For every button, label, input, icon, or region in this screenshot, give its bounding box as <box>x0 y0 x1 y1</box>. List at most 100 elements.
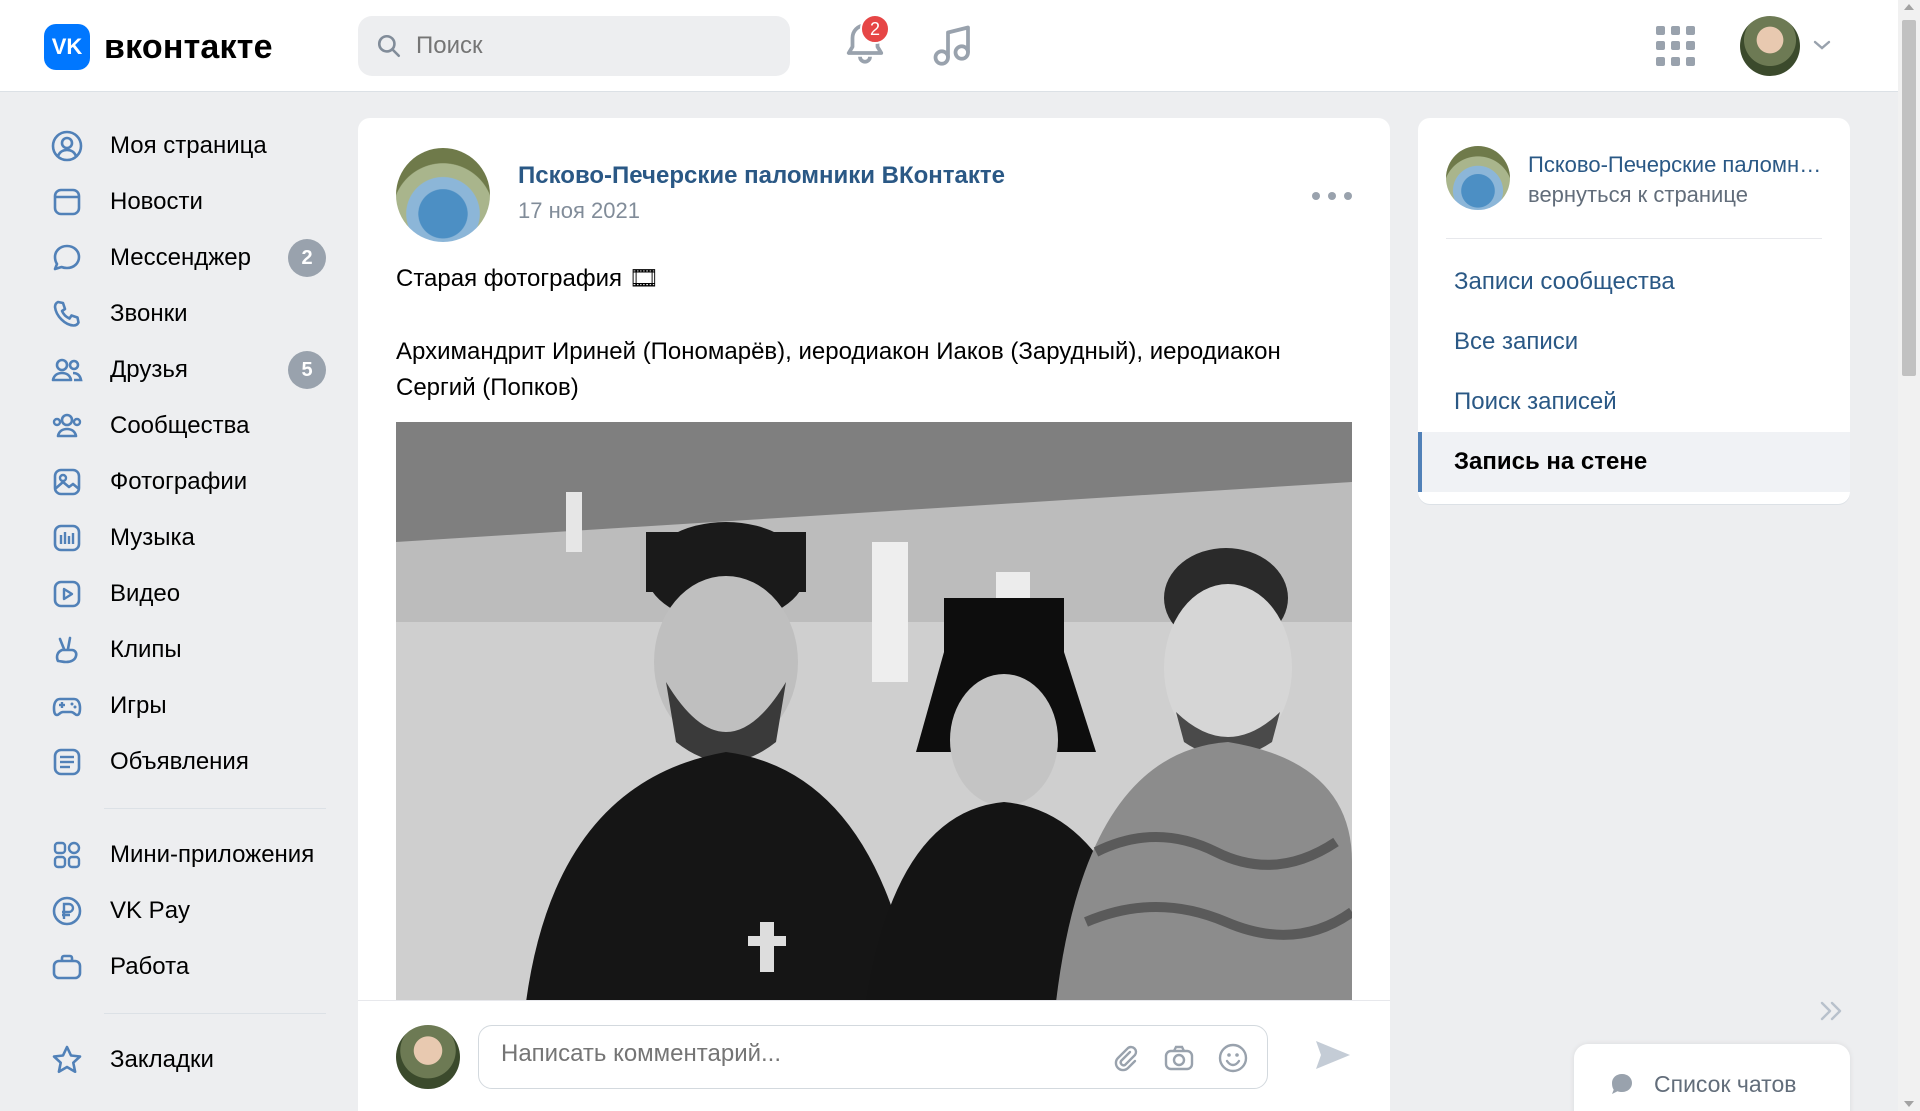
nav-item-communities[interactable]: Сообщества <box>44 398 340 454</box>
nav-label: Видео <box>110 580 181 607</box>
vk-logo[interactable]: VK вконтакте <box>44 24 273 70</box>
nav-item-ads[interactable]: Объявления <box>44 734 340 790</box>
camera-icon[interactable] <box>1163 1042 1195 1074</box>
nav-label: VK Pay <box>110 897 191 924</box>
post-text-body: Архимандрит Ириней (Пономарёв), иеродиак… <box>396 338 1281 401</box>
classifieds-icon <box>53 748 81 776</box>
nav-label: Работа <box>110 953 190 980</box>
all-posts-link[interactable]: Все записи <box>1454 328 1578 356</box>
messenger-count-badge: 2 <box>288 239 326 277</box>
chat-bubble-icon <box>1612 1074 1632 1094</box>
search-box[interactable] <box>358 16 790 76</box>
chat-list-label: Список чатов <box>1654 1070 1797 1097</box>
nav-item-clips[interactable]: Клипы <box>44 622 340 678</box>
communities-icon <box>52 413 82 438</box>
photo-illustration <box>396 422 1352 1002</box>
community-posts-link[interactable]: Записи сообщества <box>1454 268 1675 296</box>
chevron-down-icon[interactable] <box>1812 38 1832 52</box>
music-bars-icon <box>53 524 81 552</box>
nav-label: Мессенджер <box>110 244 251 271</box>
scroll-down-arrow-icon[interactable] <box>1904 1101 1914 1107</box>
star-icon <box>52 1045 82 1073</box>
clips-icon <box>55 636 78 664</box>
left-navigation: Моя страница Новости Мессенджер 2 Звонки… <box>44 118 340 1088</box>
nav-label: Новости <box>110 188 203 215</box>
community-avatar-small[interactable] <box>1446 146 1510 210</box>
community-avatar[interactable] <box>396 148 490 242</box>
vk-logo-text: вконтакте <box>104 27 273 66</box>
ruble-icon <box>52 896 82 926</box>
friends-count-badge: 5 <box>288 351 326 389</box>
comment-bar <box>358 1000 1390 1111</box>
post-text-title: Старая фотография 🎞 <box>396 265 660 292</box>
scrollbar-thumb[interactable] <box>1902 20 1916 376</box>
nav-divider <box>104 1013 326 1014</box>
nav-divider <box>104 808 326 809</box>
back-to-page-link[interactable]: вернуться к странице <box>1528 182 1748 208</box>
nav-item-my-page[interactable]: Моя страница <box>44 118 340 174</box>
nav-item-mini-apps[interactable]: Мини-приложения <box>44 827 340 883</box>
nav-label: Звонки <box>110 300 188 327</box>
notifications-badge: 2 <box>860 14 890 44</box>
post-photo[interactable] <box>396 422 1352 1002</box>
top-header: VK вконтакте 2 <box>0 0 1898 92</box>
nav-item-messenger[interactable]: Мессенджер 2 <box>44 230 340 286</box>
wall-post: Псково-Печерские паломники ВКонтакте 17 … <box>358 118 1390 1111</box>
nav-label: Друзья <box>110 356 188 383</box>
nav-item-music[interactable]: Музыка <box>44 510 340 566</box>
nav-item-video[interactable]: Видео <box>44 566 340 622</box>
message-bubble-icon <box>53 244 81 271</box>
search-posts-link[interactable]: Поиск записей <box>1454 388 1617 416</box>
community-title-link[interactable]: Псково-Печерские паломники ВКонтакте <box>1528 152 1828 178</box>
search-icon <box>377 34 401 58</box>
user-circle-icon <box>51 130 83 162</box>
scroll-up-arrow-icon[interactable] <box>1904 4 1914 10</box>
briefcase-icon <box>52 954 82 980</box>
phone-icon <box>53 300 80 327</box>
emoji-icon[interactable] <box>1217 1042 1249 1074</box>
nav-label: Фотографии <box>110 468 248 495</box>
mini-apps-icon <box>53 841 81 869</box>
nav-item-photos[interactable]: Фотографии <box>44 454 340 510</box>
page-scrollbar[interactable] <box>1898 0 1920 1111</box>
chat-list-button[interactable]: Список чатов <box>1574 1044 1850 1111</box>
search-input[interactable] <box>416 32 776 60</box>
video-icon <box>53 580 81 608</box>
apps-grid-icon[interactable] <box>1656 26 1696 66</box>
music-icon[interactable] <box>928 20 978 70</box>
friends-icon <box>51 358 83 382</box>
post-date[interactable]: 17 ноя 2021 <box>518 198 640 224</box>
comment-input[interactable] <box>501 1040 1081 1068</box>
nav-label: Клипы <box>110 636 182 663</box>
newsfeed-icon <box>53 188 81 216</box>
nav-item-work[interactable]: Работа <box>44 939 340 995</box>
post-author-link[interactable]: Псково-Печерские паломники ВКонтакте <box>518 162 1005 190</box>
nav-item-news[interactable]: Новости <box>44 174 340 230</box>
nav-label: Объявления <box>110 748 249 775</box>
send-icon[interactable] <box>1312 1035 1352 1075</box>
vk-logo-badge: VK <box>44 24 90 70</box>
right-divider <box>1446 238 1822 239</box>
nav-label: Игры <box>110 692 167 719</box>
wall-post-tab-active[interactable]: Запись на стене <box>1418 432 1850 492</box>
nav-item-friends[interactable]: Друзья 5 <box>44 342 340 398</box>
nav-label: Сообщества <box>110 412 250 439</box>
nav-label: Музыка <box>110 524 195 551</box>
nav-item-bookmarks[interactable]: Закладки <box>44 1032 340 1088</box>
right-navigation: Псково-Печерские паломники ВКонтакте вер… <box>1418 118 1850 504</box>
nav-item-games[interactable]: Игры <box>44 678 340 734</box>
more-options-icon[interactable] <box>1312 188 1352 204</box>
commenter-avatar[interactable] <box>396 1025 460 1089</box>
wall-post-tab-label: Запись на стене <box>1454 448 1648 475</box>
gamepad-icon <box>52 697 82 717</box>
photo-icon <box>53 468 81 496</box>
comment-field[interactable] <box>478 1025 1268 1089</box>
double-chevron-right-icon[interactable] <box>1816 996 1846 1026</box>
nav-item-vk-pay[interactable]: VK Pay <box>44 883 340 939</box>
nav-item-calls[interactable]: Звонки <box>44 286 340 342</box>
nav-label: Закладки <box>110 1046 214 1073</box>
attach-icon[interactable] <box>1109 1042 1141 1074</box>
nav-label: Моя страница <box>110 132 267 159</box>
user-avatar[interactable] <box>1740 16 1800 76</box>
nav-label: Мини-приложения <box>110 841 315 868</box>
